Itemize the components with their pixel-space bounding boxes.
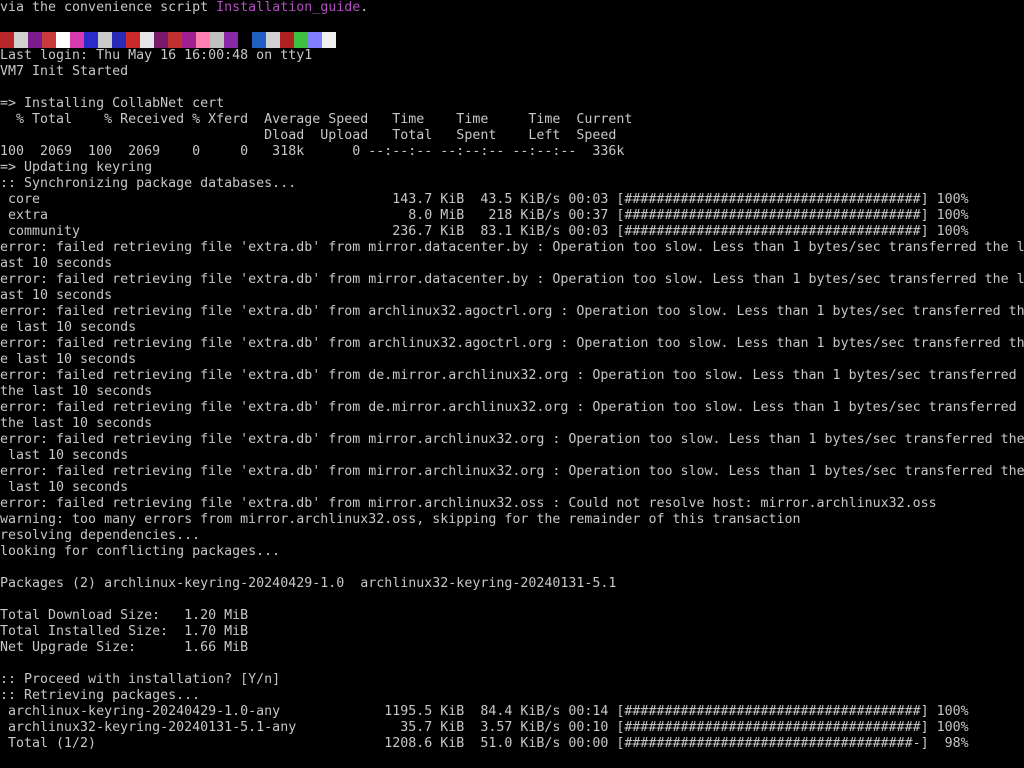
color-bar-segment — [280, 32, 294, 48]
terminal-line: archlinux-keyring-20240429-1.0-any 1195.… — [0, 704, 969, 719]
terminal-line: the last 10 seconds — [0, 384, 153, 399]
terminal-line: ast 10 seconds — [0, 288, 113, 303]
color-bar-segment — [140, 32, 154, 48]
color-bar-segment — [294, 32, 308, 48]
color-bar-segment — [28, 32, 42, 48]
terminal-line: error: failed retrieving file 'extra.db'… — [0, 496, 937, 511]
terminal-line: % Total % Received % Xferd Average Speed… — [0, 112, 633, 127]
color-artifact-bar — [0, 32, 336, 48]
terminal-line: error: failed retrieving file 'extra.db'… — [0, 272, 1024, 287]
terminal-line: resolving dependencies... — [0, 528, 201, 543]
color-bar-segment — [196, 32, 210, 48]
terminal-line: Total (1/2) 1208.6 KiB 51.0 KiB/s 00:00 … — [0, 736, 969, 751]
terminal-line: error: failed retrieving file 'extra.db'… — [0, 400, 1017, 415]
terminal-line: error: failed retrieving file 'extra.db'… — [0, 304, 1024, 319]
intro-end: . — [360, 0, 369, 15]
terminal-line: the last 10 seconds — [0, 416, 153, 431]
terminal-line: error: failed retrieving file 'extra.db'… — [0, 336, 1024, 351]
terminal-line: last 10 seconds — [0, 448, 129, 463]
color-bar-segment — [308, 32, 322, 48]
terminal-line: Packages (2) archlinux-keyring-20240429-… — [0, 576, 617, 591]
terminal-line: => Updating keyring — [0, 160, 153, 175]
terminal-line: archlinux32-keyring-20240131-5.1-any 35.… — [0, 720, 969, 735]
terminal-line: Net Upgrade Size: 1.66 MiB — [0, 640, 249, 655]
color-bar-segment — [238, 32, 252, 48]
terminal-line: 100 2069 100 2069 0 0 318k 0 --:--:-- --… — [0, 144, 625, 159]
terminal-line: :: Synchronizing package databases... — [0, 176, 297, 191]
color-bar-segment — [168, 32, 182, 48]
installation-guide-link[interactable]: Installation_guide — [216, 0, 360, 15]
terminal-line: error: failed retrieving file 'extra.db'… — [0, 464, 1024, 479]
terminal-line: community 236.7 KiB 83.1 KiB/s 00:03 [##… — [0, 224, 969, 239]
terminal-line: :: Proceed with installation? [Y/n] — [0, 672, 281, 687]
color-bar-segment — [210, 32, 224, 48]
terminal-line: error: failed retrieving file 'extra.db'… — [0, 432, 1024, 447]
terminal-line: VM7 Init Started — [0, 64, 129, 79]
terminal-line: core 143.7 KiB 43.5 KiB/s 00:03 [#######… — [0, 192, 969, 207]
color-bar-segment — [182, 32, 196, 48]
terminal-line: Last login: Thu May 16 16:00:48 on tty1 — [0, 48, 313, 63]
terminal-line: warning: too many errors from mirror.arc… — [0, 512, 801, 527]
terminal-line: => Installing CollabNet cert — [0, 96, 225, 111]
color-bar-segment — [56, 32, 70, 48]
terminal-line: e last 10 seconds — [0, 320, 137, 335]
color-bar-segment — [98, 32, 112, 48]
color-bar-segment — [112, 32, 126, 48]
color-bar-segment — [70, 32, 84, 48]
color-bar-segment — [42, 32, 56, 48]
color-bar-segment — [154, 32, 168, 48]
color-bar-segment — [322, 32, 336, 48]
terminal-line: Dload Upload Total Spent Left Speed — [0, 128, 617, 143]
terminal-line: error: failed retrieving file 'extra.db'… — [0, 368, 1017, 383]
terminal-line: :: Retrieving packages... — [0, 688, 201, 703]
intro-line: via the convenience script Installation_… — [0, 0, 1024, 16]
terminal-line: Total Download Size: 1.20 MiB — [0, 608, 249, 623]
terminal-screen[interactable]: via the convenience script Installation_… — [0, 0, 1024, 768]
color-bar-segment — [266, 32, 280, 48]
color-bar-segment — [126, 32, 140, 48]
terminal-line: e last 10 seconds — [0, 352, 137, 367]
terminal-line: error: failed retrieving file 'extra.db'… — [0, 240, 1024, 255]
color-bar-segment — [252, 32, 266, 48]
intro-text: via the convenience script — [0, 0, 217, 15]
terminal-line: looking for conflicting packages... — [0, 544, 281, 559]
terminal-line: ast 10 seconds — [0, 256, 113, 271]
terminal-line: Total Installed Size: 1.70 MiB — [0, 624, 249, 639]
color-bar-segment — [14, 32, 28, 48]
color-bar-segment — [0, 32, 14, 48]
color-bar-segment — [84, 32, 98, 48]
terminal-line: extra 8.0 MiB 218 KiB/s 00:37 [#########… — [0, 208, 969, 223]
terminal-line: last 10 seconds — [0, 480, 129, 495]
color-bar-segment — [224, 32, 238, 48]
